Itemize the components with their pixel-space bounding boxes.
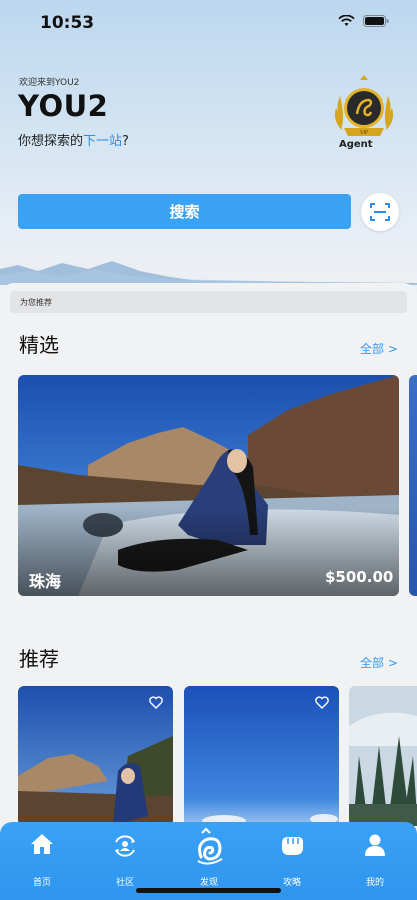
- favorite-heart-icon[interactable]: [149, 696, 163, 709]
- guide-fist-icon: [282, 837, 303, 855]
- svg-text:VIP: VIP: [360, 130, 368, 136]
- battery-icon: [363, 15, 389, 27]
- welcome-text: 欢迎来到YOU2: [19, 78, 80, 88]
- tab-label: 我的: [365, 878, 384, 888]
- search-button[interactable]: 搜索: [18, 194, 351, 229]
- question-highlight[interactable]: 下一站: [83, 134, 122, 149]
- featured-card-price: $500.00: [325, 568, 394, 586]
- featured-card-city: 珠海: [29, 572, 62, 591]
- question-prefix: 你想探索的: [18, 134, 84, 149]
- home-icon: [31, 834, 53, 854]
- tab-label: 攻略: [282, 878, 301, 888]
- status-time: 10:53: [40, 13, 95, 33]
- featured-section-title: 精选: [19, 333, 59, 357]
- scan-button[interactable]: [361, 193, 399, 231]
- brand-title: YOU2: [18, 89, 109, 123]
- home-indicator: [136, 888, 281, 893]
- recommended-card[interactable]: [349, 686, 417, 826]
- tab-label: 发现: [199, 878, 218, 888]
- tab-label: 社区: [115, 878, 134, 888]
- recommend-bar-label: 为您推荐: [20, 297, 52, 307]
- agent-badge-label: Agent: [339, 139, 373, 150]
- question-suffix: ?: [122, 134, 129, 149]
- explore-question: 你想探索的下一站?: [18, 130, 129, 149]
- mountain-silhouette: [0, 261, 417, 285]
- featured-card[interactable]: [18, 375, 399, 596]
- scan-icon: [370, 203, 390, 221]
- profile-icon: [365, 834, 385, 856]
- community-icon: [115, 835, 135, 857]
- wifi-icon: [338, 15, 355, 26]
- tab-label: 首页: [32, 878, 51, 888]
- status-icons: [338, 15, 389, 27]
- recommended-see-all-link[interactable]: 全部 >: [360, 654, 398, 671]
- tab-community[interactable]: [95, 833, 155, 859]
- tab-discover[interactable]: [179, 827, 239, 867]
- featured-next-card-peek[interactable]: [409, 375, 417, 596]
- tab-home[interactable]: [12, 833, 72, 855]
- tab-guide[interactable]: [262, 833, 322, 857]
- featured-card-photo: [18, 375, 399, 596]
- featured-see-all-link[interactable]: 全部 >: [360, 340, 398, 357]
- tab-profile[interactable]: [345, 833, 405, 857]
- recommended-card-photo: [349, 686, 417, 826]
- recommended-section-title: 推荐: [19, 647, 59, 671]
- discover-logo-icon: [197, 827, 223, 865]
- status-bar: 10:53: [0, 0, 417, 46]
- recommend-bar[interactable]: 为您推荐: [10, 291, 407, 313]
- favorite-heart-icon[interactable]: [315, 696, 329, 709]
